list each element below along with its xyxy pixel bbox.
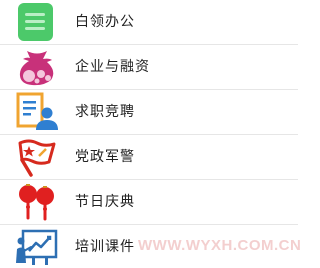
presentation-board-icon [15,227,59,267]
red-flag-icon [15,137,59,177]
category-item-enterprise[interactable]: 企业与融资 [0,45,298,89]
category-item-festival[interactable]: 节日庆典 [0,180,298,224]
category-item-label: 节日庆典 [75,194,135,210]
category-list: 白领办公 企业与融资 求职竞聘 党政军警 节日庆典 培训课件 WWW.WYXH.… [0,0,302,268]
money-bag-icon [15,47,59,87]
category-item-office[interactable]: 白领办公 [0,0,298,44]
category-item-label: 培训课件 [75,239,135,255]
category-item-label: 企业与融资 [75,59,150,75]
category-item-government[interactable]: 党政军警 [0,135,298,179]
category-item-job[interactable]: 求职竞聘 [0,90,298,134]
category-item-label: 党政军警 [75,149,135,165]
resume-person-icon [15,92,59,132]
lantern-icon [15,182,59,222]
category-item-label: 白领办公 [75,14,135,30]
category-item-label: 求职竞聘 [75,104,135,120]
notebook-icon [15,2,59,42]
watermark: WWW.WYXH.COM.CN [138,237,302,254]
